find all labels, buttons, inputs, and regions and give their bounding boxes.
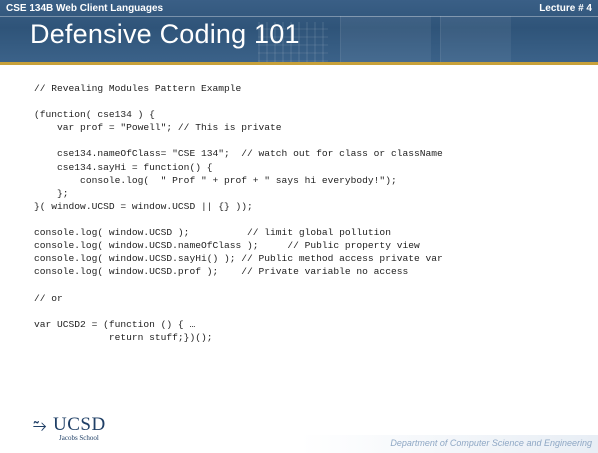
trident-icon: ⥲ bbox=[33, 416, 47, 435]
code-line: console.log( " Prof " + prof + " says hi… bbox=[34, 174, 397, 186]
title-rule bbox=[0, 62, 598, 65]
code-line: console.log( window.UCSD ); // limit glo… bbox=[34, 227, 391, 239]
header-divider bbox=[0, 16, 598, 17]
code-line: cse134.nameOfClass= "CSE 134"; // watch … bbox=[34, 148, 443, 160]
header-decoration bbox=[340, 16, 431, 62]
ucsd-logo: ⥲ UCSD Jacobs School bbox=[33, 415, 123, 443]
code-line: cse134.sayHi = function() { bbox=[34, 161, 213, 173]
code-block: // Revealing Modules Pattern Example (fu… bbox=[34, 82, 590, 344]
slide-title: Defensive Coding 101 bbox=[30, 19, 300, 49]
lecture-number: Lecture # 4 bbox=[539, 3, 592, 14]
course-title: CSE 134B Web Client Languages bbox=[6, 3, 164, 14]
logo-subtitle: Jacobs School bbox=[59, 434, 99, 442]
logo-name: UCSD bbox=[53, 414, 106, 435]
code-line: console.log( window.UCSD.prof ); // Priv… bbox=[34, 266, 409, 278]
code-line: var prof = "Powell"; // This is private bbox=[34, 122, 282, 134]
code-line: console.log( window.UCSD.nameOfClass ); … bbox=[34, 240, 420, 252]
code-line: console.log( window.UCSD.sayHi() ); // P… bbox=[34, 253, 443, 265]
header-decoration bbox=[440, 16, 511, 62]
code-line: // or bbox=[34, 292, 63, 304]
code-line: (function( cse134 ) { bbox=[34, 109, 155, 121]
code-line: }; bbox=[34, 187, 69, 199]
slide-header: CSE 134B Web Client Languages Lecture # … bbox=[0, 0, 598, 62]
department-name: Department of Computer Science and Engin… bbox=[390, 438, 592, 448]
code-line: // Revealing Modules Pattern Example bbox=[34, 83, 242, 94]
code-line: var UCSD2 = (function () { … bbox=[34, 318, 196, 330]
code-line: }( window.UCSD = window.UCSD || {} )); bbox=[34, 200, 253, 212]
slide: CSE 134B Web Client Languages Lecture # … bbox=[0, 0, 598, 453]
code-line: return stuff;})(); bbox=[34, 331, 213, 343]
